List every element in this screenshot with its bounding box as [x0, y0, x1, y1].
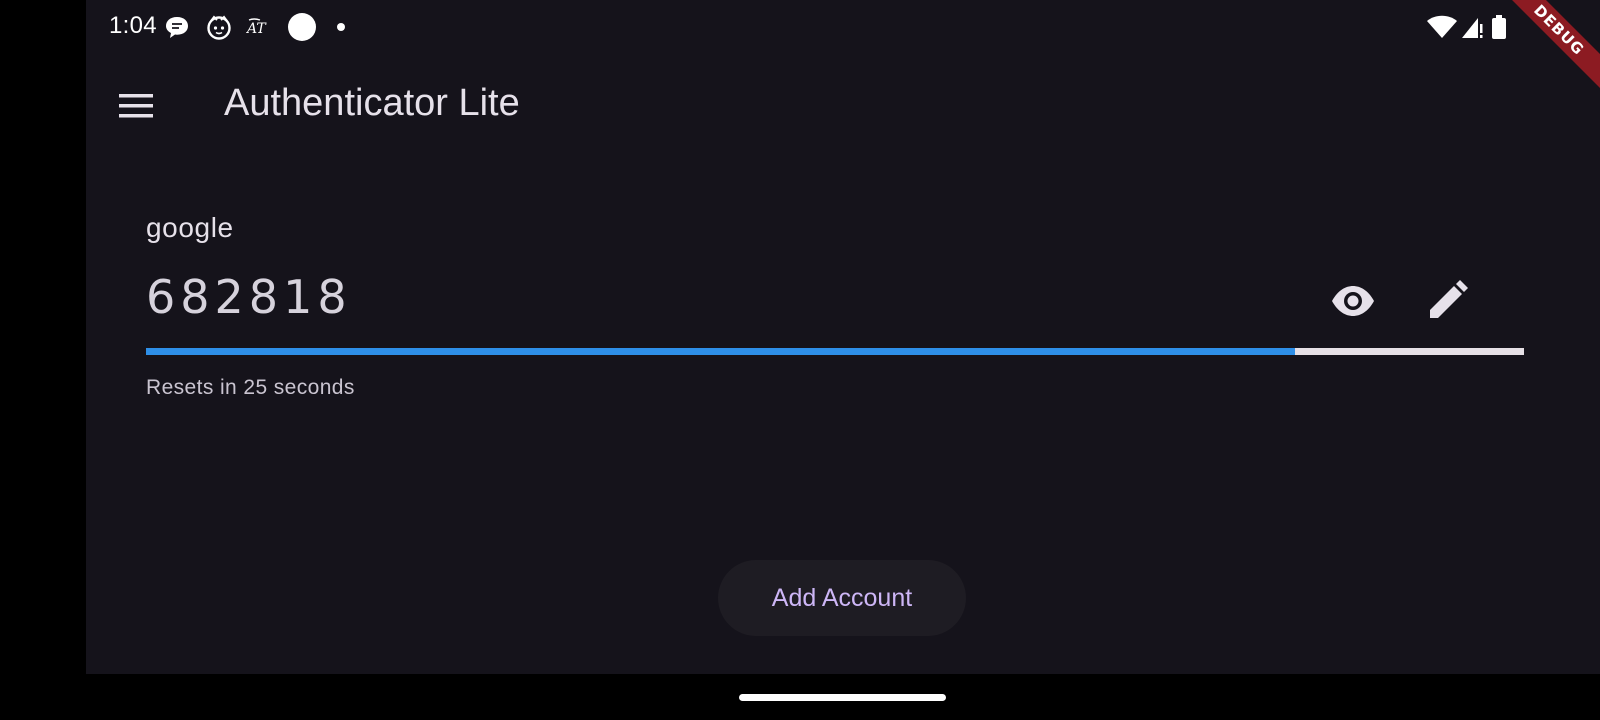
signal-icon	[1460, 14, 1484, 40]
status-bar: 1:04 AT DEBUG	[86, 0, 1600, 99]
white-circle-icon	[287, 12, 317, 42]
add-account-button[interactable]: Add Account	[718, 560, 966, 636]
app-window: 1:04 AT DEBUG Authenticator Lite google …	[86, 0, 1600, 674]
reset-countdown-text: Resets in 25 seconds	[146, 376, 355, 399]
svg-text:AT: AT	[246, 21, 267, 37]
chat-bubble-icon	[164, 14, 190, 40]
account-card: google 682818 Resets in 25 seconds	[146, 200, 1526, 420]
gesture-nav-handle[interactable]	[739, 694, 946, 701]
page-title: Authenticator Lite	[224, 82, 520, 124]
cat-face-icon	[206, 14, 232, 40]
otp-code: 682818	[146, 270, 352, 324]
dot-icon	[336, 14, 362, 40]
battery-icon	[1490, 14, 1508, 40]
app-bar: Authenticator Lite	[86, 62, 1600, 150]
countdown-progress-fill	[146, 348, 1296, 355]
eye-icon[interactable]	[1328, 276, 1378, 326]
edit-icon[interactable]	[1422, 276, 1472, 326]
countdown-progress-bar	[146, 348, 1524, 355]
account-name: google	[146, 212, 234, 243]
status-time: 1:04	[109, 12, 157, 39]
menu-icon[interactable]	[116, 90, 156, 122]
translate-icon: AT	[246, 14, 276, 40]
screen: 1:04 AT DEBUG Authenticator Lite google …	[0, 0, 1600, 720]
wifi-icon	[1426, 14, 1458, 40]
